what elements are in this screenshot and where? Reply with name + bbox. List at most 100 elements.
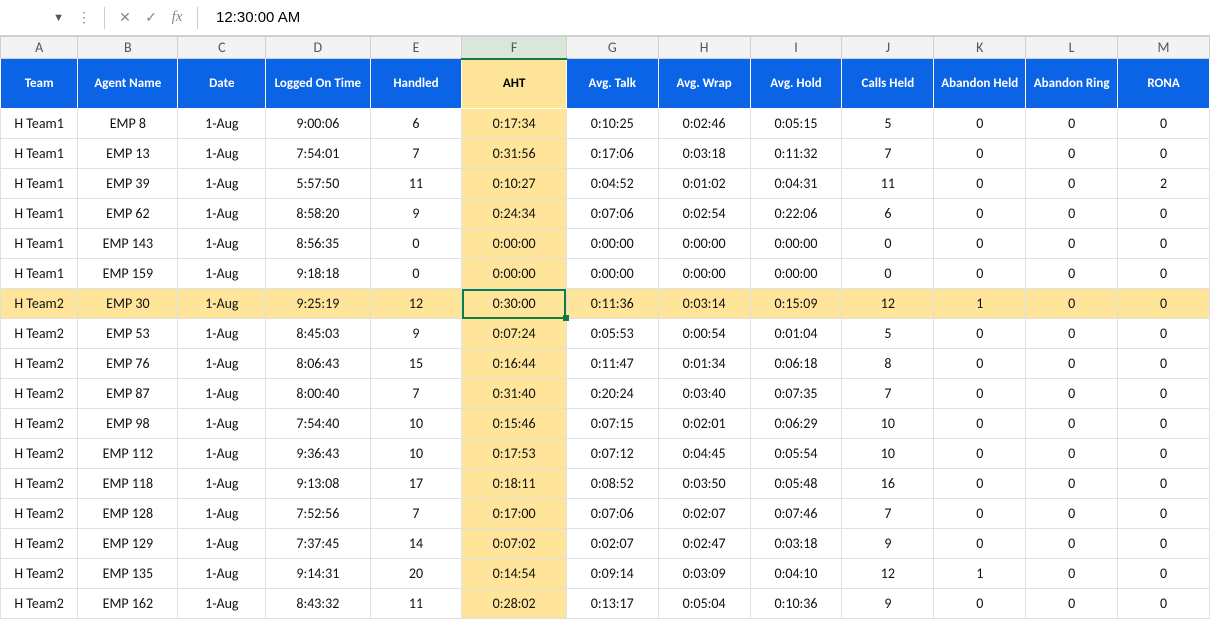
cell[interactable]: H Team1	[1, 139, 78, 169]
cell[interactable]: EMP 87	[78, 379, 178, 409]
column-header-F[interactable]: F	[462, 37, 566, 59]
column-header-M[interactable]: M	[1118, 37, 1210, 59]
cell[interactable]: 0	[1118, 259, 1210, 289]
cell[interactable]: 9	[370, 199, 462, 229]
cell[interactable]: 1-Aug	[178, 289, 266, 319]
cell[interactable]: 0:06:29	[750, 409, 842, 439]
cell[interactable]: H Team2	[1, 439, 78, 469]
cell[interactable]: 1	[934, 289, 1026, 319]
cell[interactable]: 0	[934, 379, 1026, 409]
cell[interactable]: 0:10:27	[462, 169, 566, 199]
cell[interactable]: EMP 162	[78, 589, 178, 619]
cell[interactable]: 0:16:44	[462, 349, 566, 379]
table-row[interactable]: H Team2EMP 1291-Aug7:37:45140:07:020:02:…	[1, 529, 1210, 559]
cell[interactable]: 1-Aug	[178, 109, 266, 139]
cell[interactable]: 0:04:45	[658, 439, 750, 469]
column-header-G[interactable]: G	[566, 37, 658, 59]
cell[interactable]: 8:45:03	[266, 319, 370, 349]
column-header-I[interactable]: I	[750, 37, 842, 59]
more-icon[interactable]: ⋮	[74, 8, 94, 28]
cell[interactable]: 7	[842, 139, 934, 169]
cell[interactable]: 0	[1118, 589, 1210, 619]
table-row[interactable]: H Team2EMP 981-Aug7:54:40100:15:460:07:1…	[1, 409, 1210, 439]
cell[interactable]: 0	[1026, 289, 1118, 319]
table-row[interactable]: H Team2EMP 871-Aug8:00:4070:31:400:20:24…	[1, 379, 1210, 409]
fx-icon[interactable]: fx	[167, 8, 187, 28]
cell[interactable]: 7	[842, 379, 934, 409]
cell[interactable]: 0	[1026, 349, 1118, 379]
cell[interactable]: 1-Aug	[178, 259, 266, 289]
cell[interactable]: 0:30:00	[462, 289, 566, 319]
cell[interactable]: 0	[370, 229, 462, 259]
cell[interactable]: 12	[842, 559, 934, 589]
cell[interactable]: 11	[842, 169, 934, 199]
table-row[interactable]: H Team2EMP 1181-Aug9:13:08170:18:110:08:…	[1, 469, 1210, 499]
cell[interactable]: 0:07:12	[566, 439, 658, 469]
cell[interactable]: 0	[1026, 559, 1118, 589]
table-row[interactable]: H Team1EMP 621-Aug8:58:2090:24:340:07:06…	[1, 199, 1210, 229]
name-box[interactable]: ▼	[8, 5, 68, 31]
cell[interactable]: 0:07:24	[462, 319, 566, 349]
cell[interactable]: 0:01:04	[750, 319, 842, 349]
cell[interactable]: 0:00:00	[658, 229, 750, 259]
cell[interactable]: 0	[1118, 559, 1210, 589]
cell[interactable]: 0	[1118, 349, 1210, 379]
cancel-icon[interactable]: ✕	[115, 8, 135, 28]
cell[interactable]: EMP 129	[78, 529, 178, 559]
cell[interactable]: EMP 62	[78, 199, 178, 229]
cell[interactable]: 5:57:50	[266, 169, 370, 199]
cell[interactable]: 1-Aug	[178, 409, 266, 439]
cell[interactable]: 0:04:10	[750, 559, 842, 589]
cell[interactable]: 0:01:02	[658, 169, 750, 199]
column-header-D[interactable]: D	[266, 37, 370, 59]
cell[interactable]: 8:43:32	[266, 589, 370, 619]
cell[interactable]: 0:01:34	[658, 349, 750, 379]
cell[interactable]: 16	[842, 469, 934, 499]
enter-icon[interactable]: ✓	[141, 8, 161, 28]
cell[interactable]: 0:05:54	[750, 439, 842, 469]
cell[interactable]: 7:54:40	[266, 409, 370, 439]
cell[interactable]: 1-Aug	[178, 499, 266, 529]
cell[interactable]: 1-Aug	[178, 349, 266, 379]
cell[interactable]: 0	[934, 529, 1026, 559]
cell[interactable]: 8:06:43	[266, 349, 370, 379]
cell[interactable]: 0	[934, 409, 1026, 439]
cell[interactable]: 11	[370, 169, 462, 199]
cell[interactable]: H Team2	[1, 319, 78, 349]
cell[interactable]: 6	[370, 109, 462, 139]
cell[interactable]: 0	[370, 259, 462, 289]
column-header-C[interactable]: C	[178, 37, 266, 59]
cell[interactable]: H Team2	[1, 529, 78, 559]
cell[interactable]: 9	[370, 319, 462, 349]
cell[interactable]: 0:03:09	[658, 559, 750, 589]
cell[interactable]: 0:31:56	[462, 139, 566, 169]
cell[interactable]: 0:07:02	[462, 529, 566, 559]
cell[interactable]: 0:02:46	[658, 109, 750, 139]
cell[interactable]: 0	[1026, 469, 1118, 499]
table-row[interactable]: H Team2EMP 1281-Aug7:52:5670:17:000:07:0…	[1, 499, 1210, 529]
cell[interactable]: 0:03:40	[658, 379, 750, 409]
cell[interactable]: 8:00:40	[266, 379, 370, 409]
cell[interactable]: 10	[842, 409, 934, 439]
cell[interactable]: 7	[370, 499, 462, 529]
cell[interactable]: H Team1	[1, 199, 78, 229]
cell[interactable]: 1	[934, 559, 1026, 589]
cell[interactable]: 1-Aug	[178, 559, 266, 589]
cell[interactable]: 1-Aug	[178, 229, 266, 259]
cell[interactable]: 8	[842, 349, 934, 379]
cell[interactable]: 0	[934, 139, 1026, 169]
cell[interactable]: H Team2	[1, 379, 78, 409]
cell[interactable]: 0:13:17	[566, 589, 658, 619]
cell[interactable]: EMP 118	[78, 469, 178, 499]
spreadsheet[interactable]: ABCDEFGHIJKLM TeamAgent NameDateLogged O…	[0, 36, 1210, 642]
cell[interactable]: 0	[1026, 529, 1118, 559]
cell[interactable]: 0	[842, 259, 934, 289]
cell[interactable]: 0	[1026, 379, 1118, 409]
cell[interactable]: H Team1	[1, 259, 78, 289]
cell[interactable]: 0	[1118, 289, 1210, 319]
cell[interactable]: 0	[934, 169, 1026, 199]
cell[interactable]: 0:04:31	[750, 169, 842, 199]
cell[interactable]: 10	[370, 439, 462, 469]
cell[interactable]: 0:10:25	[566, 109, 658, 139]
cell[interactable]: 0:22:06	[750, 199, 842, 229]
